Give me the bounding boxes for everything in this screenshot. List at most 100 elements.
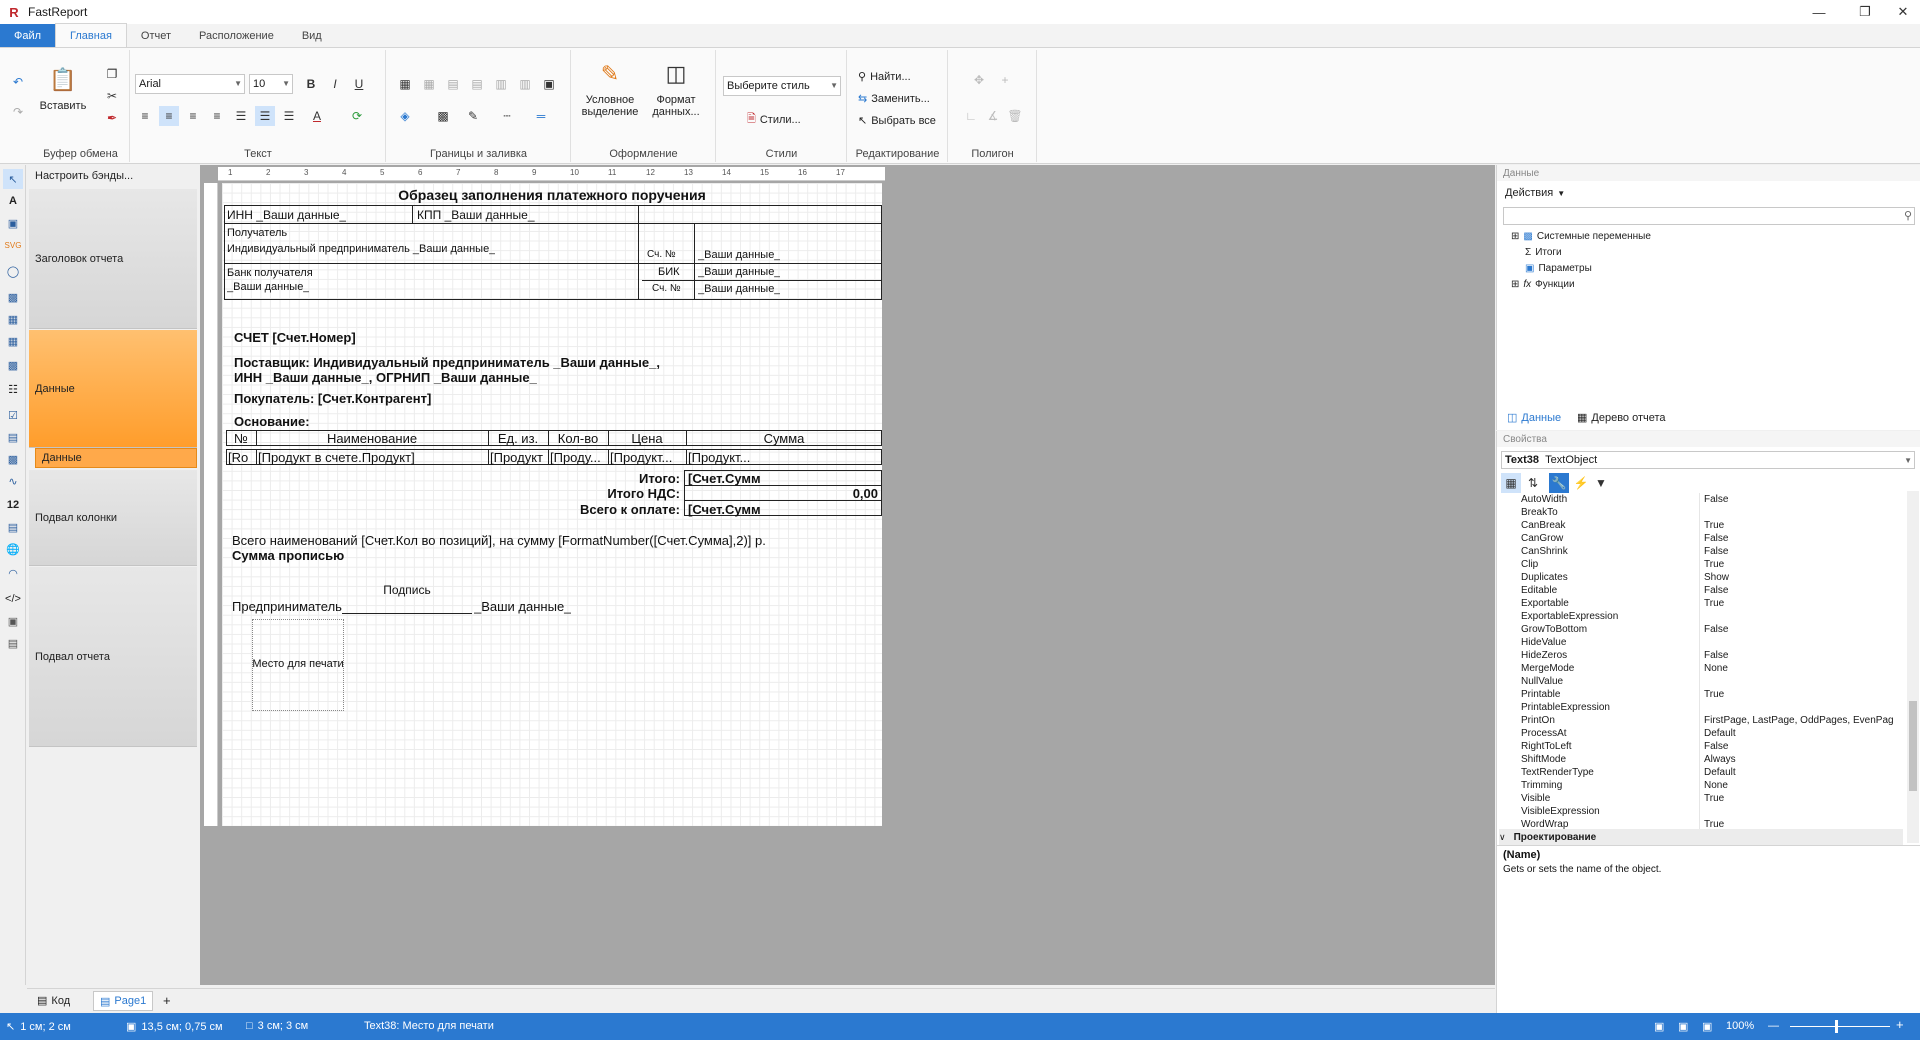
supplier-line-1[interactable]: Поставщик: Индивидуальный предпринимател… [234,355,660,370]
cellular-text-tool-icon[interactable]: ▤ [3,517,23,537]
basis-field[interactable]: Основание: [234,414,310,429]
map-tool-icon[interactable]: 🌐 [3,539,23,559]
total-label[interactable]: Итого: [552,471,680,486]
gauge-tool-icon[interactable]: ◠ [3,563,23,583]
scrollbar-thumb[interactable] [1909,701,1917,791]
property-value[interactable]: True [1699,688,1907,701]
summary-text[interactable]: Всего наименований [Счет.Кол во позиций]… [232,533,766,548]
property-value[interactable]: False [1699,623,1907,636]
property-value[interactable] [1699,610,1907,623]
row-cell-name[interactable]: [Продукт в счете.Продукт] [258,450,488,465]
invoice-number[interactable]: СЧЕТ [Счет.Номер] [234,330,356,345]
move-point-icon[interactable]: ✥ [969,70,989,90]
align-left-icon[interactable]: ≡ [135,106,155,126]
conditional-highlight-button[interactable]: ✎ Условное выделение [578,58,642,119]
property-row[interactable]: Trimming None [1519,779,1907,792]
line-color-icon[interactable]: ✎ [463,106,483,126]
col-header-sum[interactable]: Сумма [686,431,882,446]
undo-icon[interactable]: ↶ [8,72,28,92]
property-row[interactable]: CanGrow False [1519,532,1907,545]
row-cell-unit[interactable]: [Продукт [490,450,548,465]
valign-top-icon[interactable]: ☰ [231,106,251,126]
recipient-label[interactable]: Получатель [227,227,287,239]
property-value[interactable]: True [1699,792,1907,805]
property-value[interactable] [1699,636,1907,649]
property-row[interactable]: CanBreak True [1519,519,1907,532]
bold-icon[interactable]: B [301,74,321,94]
fit-width-icon[interactable]: ▣ [1654,1020,1664,1033]
property-row[interactable]: VisibleExpression [1519,805,1907,818]
col-header-number[interactable]: № [226,431,256,446]
paste-button[interactable]: 📋 Вставить [38,64,88,113]
tree-item-system-variables[interactable]: ⊞ ▩ Системные переменные [1511,231,1651,242]
signature-label[interactable]: Подпись [342,583,472,597]
property-value[interactable]: False [1699,649,1907,662]
col-header-unit[interactable]: Ед. из. [488,431,548,446]
col-header-qty[interactable]: Кол-во [548,431,608,446]
property-row[interactable]: AutoWidth False [1519,493,1907,506]
col-header-name[interactable]: Наименование [256,431,488,446]
properties-icon[interactable]: 🔧 [1549,473,1569,493]
zoom-slider[interactable] [1790,1026,1890,1027]
cross-tool-icon[interactable]: ▩ [3,355,23,375]
actions-menu[interactable]: Действия ▼ [1505,187,1565,199]
property-row[interactable]: PrintOn FirstPage, LastPage, OddPages, Ev… [1519,714,1907,727]
property-value[interactable] [1699,506,1907,519]
tab-report[interactable]: Отчет [127,24,185,47]
tab-view[interactable]: Вид [288,24,336,47]
property-row[interactable]: CanShrink False [1519,545,1907,558]
justify-icon[interactable]: ≡ [207,106,227,126]
pointer-icon[interactable]: ↖ [3,169,23,189]
tab-layout[interactable]: Расположение [185,24,288,47]
filter-icon[interactable]: ▼ [1591,473,1611,493]
events-icon[interactable]: ⚡ [1571,473,1591,493]
styles-button[interactable]: 🗎 Стили... [747,110,801,129]
find-button[interactable]: ⚲ Найти... [858,70,911,84]
select-all-button[interactable]: ↖ Выбрать все [858,114,936,128]
zoom-slider-thumb[interactable] [1835,1020,1838,1033]
property-value[interactable]: False [1699,493,1907,506]
fit-page-icon[interactable]: ▣ [1678,1020,1688,1033]
rotate-icon[interactable]: ⟳ [347,106,367,126]
align-center-icon[interactable]: ≡ [159,106,179,126]
zoom-in-icon[interactable]: + [1896,1017,1904,1032]
tree-item-totals[interactable]: Σ Итоги [1525,247,1562,258]
property-value[interactable]: None [1699,779,1907,792]
band-report-footer[interactable]: Подвал отчета [29,567,197,747]
configure-bands-button[interactable]: Настроить бэнды... [29,165,197,187]
border-left-icon[interactable]: ▥ [491,74,511,94]
font-size-select[interactable]: 10 ▼ [249,74,293,94]
report-title[interactable]: Образец заполнения платежного поручения [222,187,882,203]
property-row[interactable]: ExportableExpression [1519,610,1907,623]
align-right-icon[interactable]: ≡ [183,106,203,126]
entrepreneur-data[interactable]: _Ваши данные_ [474,599,571,614]
pay-label[interactable]: Всего к оплате: [552,502,680,517]
bank-value[interactable]: _Ваши данные_ [227,281,309,293]
band-report-header[interactable]: Заголовок отчета [29,189,197,329]
font-family-select[interactable]: Arial ▼ [135,74,245,94]
border-top-icon[interactable]: ▤ [443,74,463,94]
total-value[interactable]: [Счет.Сумм [688,471,878,486]
inn-field[interactable]: ИНН _Ваши данные_ [227,208,346,222]
add-page-button[interactable]: + [163,993,171,1008]
tab-data[interactable]: ◫ Данные [1507,411,1561,425]
fill-color-icon[interactable]: ◈ [395,106,415,126]
property-row[interactable]: GrowToBottom False [1519,623,1907,636]
account2-value[interactable]: _Ваши данные_ [698,283,780,295]
band-data-sub[interactable]: Данные [35,448,197,468]
minimize-button[interactable]: — [1796,0,1842,24]
chart-tool-icon[interactable]: ▩ [3,449,23,469]
data-search-input[interactable]: ⚲ [1503,207,1915,225]
property-row[interactable]: ProcessAt Default [1519,727,1907,740]
property-value[interactable]: False [1699,532,1907,545]
fill-pattern-icon[interactable]: ▩ [433,106,453,126]
property-scrollbar[interactable] [1907,491,1919,843]
add-point-icon[interactable]: + [995,70,1015,90]
property-value[interactable]: None [1699,662,1907,675]
property-value[interactable]: Default [1699,766,1907,779]
bank-label[interactable]: Банк получателя [227,267,313,279]
valign-bottom-icon[interactable]: ☰ [279,106,299,126]
subreport-tool-icon[interactable]: ▩ [3,287,23,307]
property-row[interactable]: Visible True [1519,792,1907,805]
delete-point-icon[interactable]: 🗑 [1005,106,1025,126]
